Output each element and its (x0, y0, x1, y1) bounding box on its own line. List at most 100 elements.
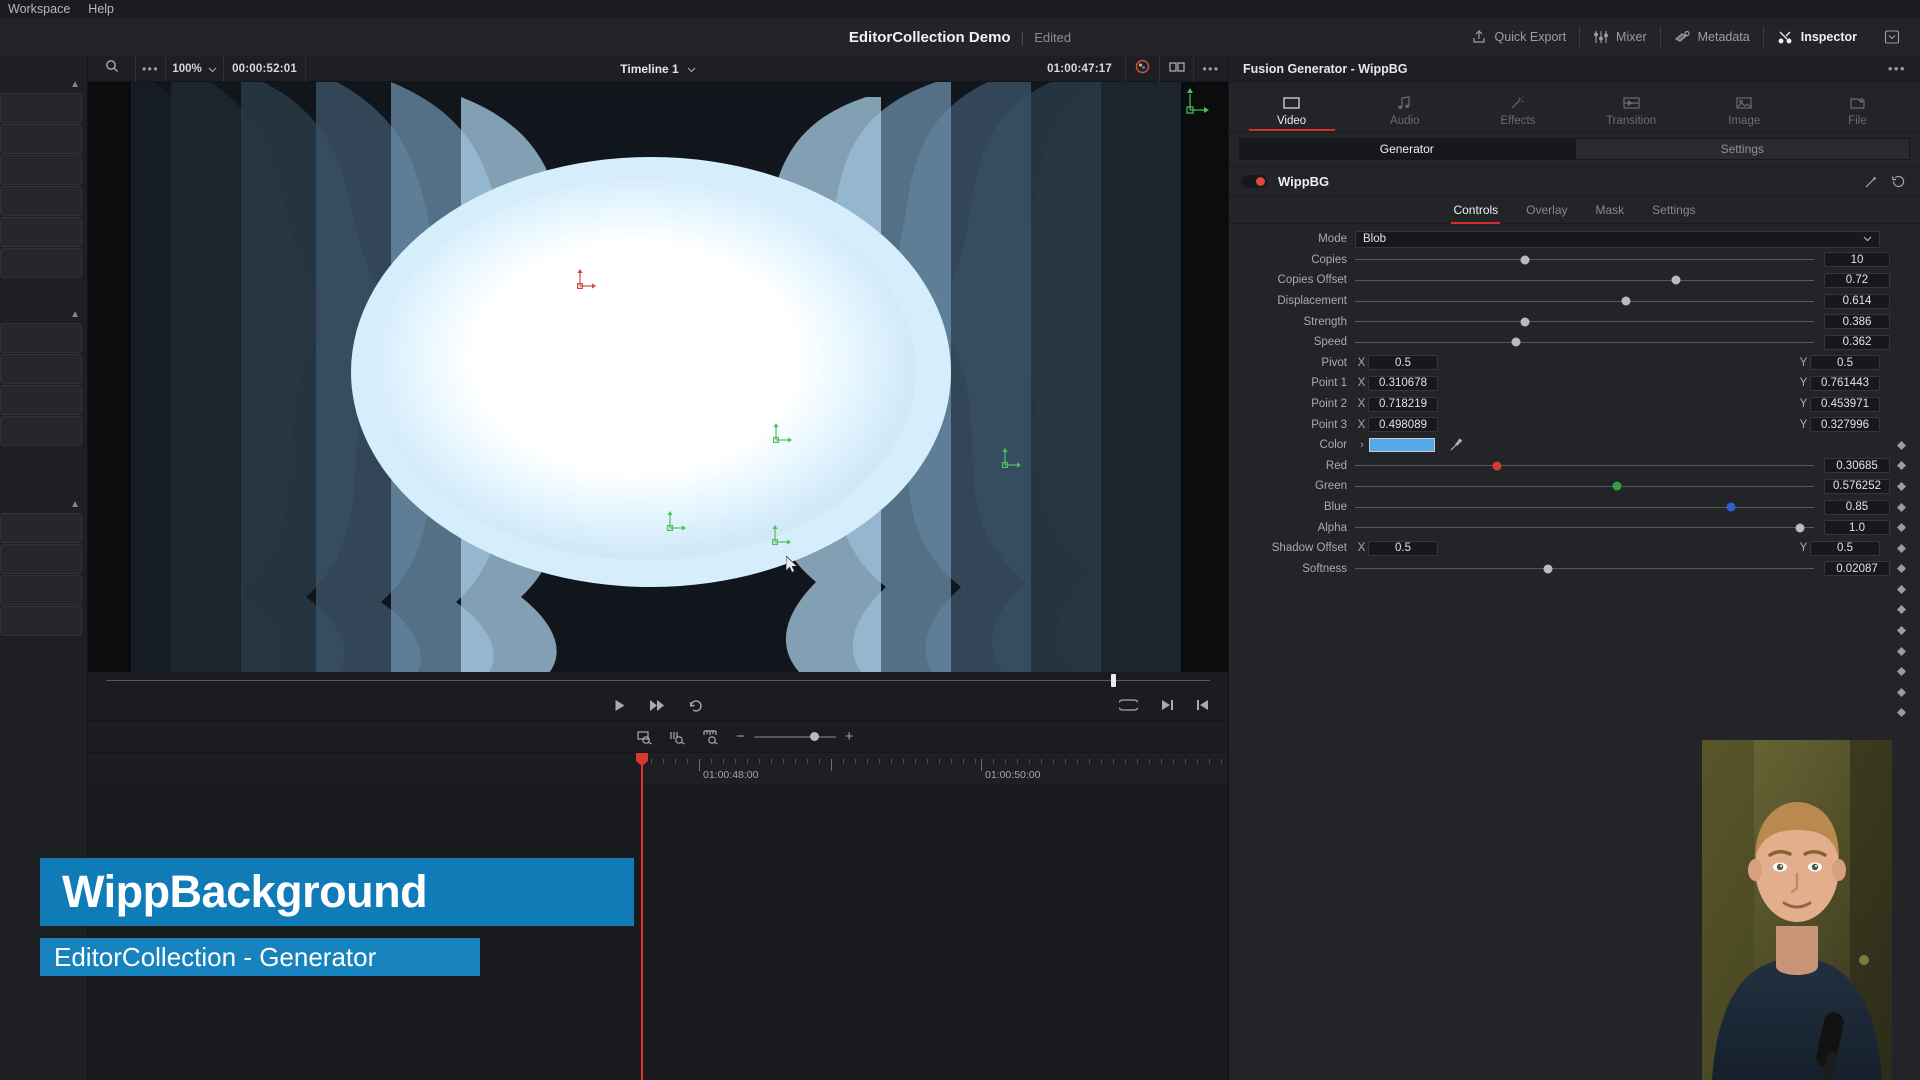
list-item[interactable] (0, 124, 82, 154)
mark-in-icon[interactable] (1196, 698, 1210, 712)
tab-file[interactable]: File (1801, 94, 1914, 131)
list-item[interactable] (0, 385, 82, 415)
transform-handle-4[interactable] (768, 522, 794, 548)
copies-offset-value[interactable]: 0.72 (1824, 272, 1890, 288)
zoom-out-button[interactable]: − (736, 729, 745, 744)
scrubber-playhead[interactable] (1111, 674, 1116, 687)
keyframe-button[interactable] (1890, 461, 1912, 471)
list-item[interactable] (0, 544, 82, 574)
keyframe-button[interactable] (1890, 605, 1912, 615)
blue-value[interactable]: 0.85 (1824, 499, 1890, 515)
slider-knob[interactable] (1543, 564, 1553, 574)
viewer-options-button[interactable]: ••• (136, 55, 166, 82)
shadow-offset-y-value[interactable]: 0.5 (1810, 540, 1880, 556)
blue-slider[interactable] (1355, 497, 1814, 518)
transform-handle-2[interactable] (769, 420, 795, 446)
collapse-chevron-icon[interactable]: ▲ (0, 496, 88, 512)
green-slider[interactable] (1355, 476, 1814, 497)
keyframe-button[interactable] (1890, 440, 1912, 450)
point-3-x-value[interactable]: 0.498089 (1368, 417, 1438, 433)
segment-settings[interactable]: Settings (1574, 138, 1910, 160)
timeline-viewer[interactable] (88, 82, 1228, 672)
speed-slider[interactable] (1355, 332, 1814, 353)
skip-forward-icon[interactable] (649, 698, 666, 713)
sub-tab-mask[interactable]: Mask (1596, 196, 1625, 224)
keyframe-button[interactable] (1890, 626, 1912, 636)
viewer-scrubber[interactable] (88, 672, 1228, 690)
slider-knob[interactable] (1621, 296, 1631, 306)
color-swatch[interactable] (1369, 438, 1435, 453)
speed-value[interactable]: 0.362 (1824, 334, 1890, 350)
list-item[interactable] (0, 248, 82, 278)
point-1-x-value[interactable]: 0.310678 (1368, 375, 1438, 391)
tab-audio[interactable]: Audio (1348, 94, 1461, 131)
sub-tab-controls[interactable]: Controls (1451, 196, 1500, 224)
mark-out-icon[interactable] (1160, 698, 1174, 712)
zoom-fit-icon[interactable] (636, 729, 653, 745)
list-item[interactable] (0, 155, 82, 185)
timeline-playhead[interactable] (636, 753, 648, 1080)
menu-item-help[interactable]: Help (88, 2, 114, 16)
mixer-button[interactable]: Mixer (1580, 18, 1660, 56)
slider-knob[interactable] (1612, 481, 1622, 491)
timeline-timecode[interactable]: 01:00:47:17 (1034, 55, 1126, 82)
sub-tab-overlay[interactable]: Overlay (1526, 196, 1567, 224)
keyframe-button[interactable] (1890, 708, 1912, 718)
shadow-offset-x-value[interactable]: 0.5 (1368, 540, 1438, 556)
keyframe-button[interactable] (1890, 667, 1912, 677)
mode-dropdown[interactable]: Blob (1355, 230, 1880, 248)
zoom-slider-knob[interactable] (809, 731, 819, 741)
split-screen-button[interactable] (1160, 55, 1194, 82)
slider-knob[interactable] (1726, 502, 1736, 512)
keyframe-button[interactable] (1890, 502, 1912, 512)
inspector-button[interactable]: Inspector (1764, 18, 1870, 56)
viewer-transform-gizmo[interactable] (1180, 82, 1214, 122)
alpha-slider[interactable] (1355, 517, 1814, 538)
loop-icon[interactable] (688, 698, 704, 713)
collapse-chevron-icon[interactable]: ▲ (0, 76, 88, 92)
keyframe-button[interactable] (1890, 584, 1912, 594)
pivot-x-value[interactable]: 0.5 (1368, 355, 1438, 371)
point-2-x-value[interactable]: 0.718219 (1368, 396, 1438, 412)
list-item[interactable] (0, 354, 82, 384)
tab-effects[interactable]: Effects (1461, 94, 1574, 131)
point-1-y-value[interactable]: 0.761443 (1810, 375, 1880, 391)
zoom-slider-track[interactable] (753, 731, 836, 741)
panel-chevron-button[interactable] (1870, 18, 1914, 56)
enable-toggle[interactable] (1241, 174, 1267, 188)
tab-video[interactable]: Video (1235, 94, 1348, 131)
play-icon[interactable] (612, 698, 627, 713)
list-item[interactable] (0, 575, 82, 605)
eyedropper-icon[interactable] (1449, 438, 1463, 452)
list-item[interactable] (0, 323, 82, 353)
strength-slider[interactable] (1355, 311, 1814, 332)
list-item[interactable] (0, 93, 82, 123)
reset-icon[interactable] (1891, 174, 1906, 189)
sub-tab-settings[interactable]: Settings (1652, 196, 1695, 224)
fit-screen-icon[interactable] (1119, 698, 1138, 712)
keyframe-button[interactable] (1890, 481, 1912, 491)
segment-generator[interactable]: Generator (1239, 138, 1575, 160)
keyframe-button[interactable] (1890, 564, 1912, 574)
strength-value[interactable]: 0.386 (1824, 314, 1890, 330)
red-value[interactable]: 0.30685 (1824, 458, 1890, 474)
expand-arrow-icon[interactable]: › (1355, 439, 1369, 451)
green-value[interactable]: 0.576252 (1824, 478, 1890, 494)
keyframe-button[interactable] (1890, 687, 1912, 697)
point-3-y-value[interactable]: 0.327996 (1810, 417, 1880, 433)
alpha-value[interactable]: 1.0 (1824, 520, 1890, 536)
zoom-detail-icon[interactable] (702, 729, 720, 745)
pivot-y-value[interactable]: 0.5 (1810, 355, 1880, 371)
slider-knob[interactable] (1520, 317, 1530, 327)
timeline-zoom-slider[interactable]: − + (736, 729, 854, 744)
slider-knob[interactable] (1795, 523, 1805, 533)
tab-transition[interactable]: Transition (1575, 94, 1688, 131)
slider-knob[interactable] (1671, 275, 1681, 285)
color-grading-button[interactable] (1126, 55, 1160, 82)
zoom-level-dropdown[interactable]: 100% (166, 55, 224, 82)
displacement-slider[interactable] (1355, 291, 1814, 312)
softness-value[interactable]: 0.02087 (1824, 561, 1890, 577)
transform-handle-3[interactable] (663, 508, 689, 534)
keyframe-button[interactable] (1890, 523, 1912, 533)
transform-handle-5[interactable] (998, 445, 1024, 471)
